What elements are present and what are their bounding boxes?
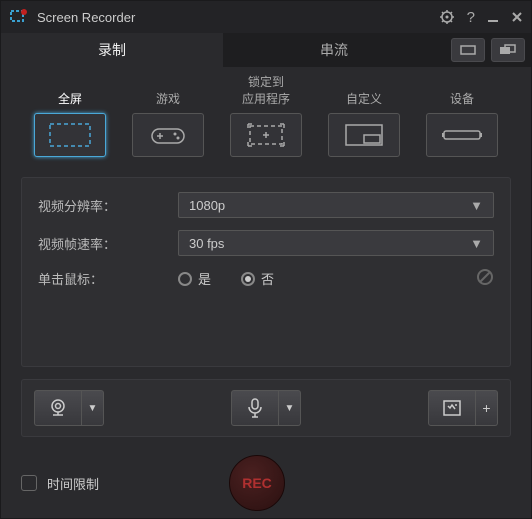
lockapp-icon bbox=[230, 113, 302, 157]
disabled-icon[interactable] bbox=[476, 268, 494, 289]
overlay-add[interactable]: + bbox=[476, 390, 498, 426]
minimize-button[interactable] bbox=[487, 11, 499, 23]
framerate-value: 30 fps bbox=[189, 236, 224, 251]
mode-lockapp[interactable]: 锁定到 应用程序 bbox=[230, 77, 302, 157]
mode-fullscreen-label: 全屏 bbox=[58, 77, 82, 107]
help-icon[interactable]: ? bbox=[467, 9, 475, 26]
record-button[interactable]: REC bbox=[229, 455, 285, 511]
gamepad-icon bbox=[132, 113, 204, 157]
webcam-dropdown[interactable]: ▼ bbox=[82, 390, 104, 426]
overlay-button[interactable] bbox=[428, 390, 476, 426]
mode-device[interactable]: 设备 bbox=[426, 77, 498, 157]
framerate-label: 视频帧速率： bbox=[38, 234, 178, 253]
radio-icon bbox=[178, 272, 192, 286]
preview-single-button[interactable] bbox=[451, 38, 485, 62]
resolution-value: 1080p bbox=[189, 198, 225, 213]
time-limit-checkbox[interactable] bbox=[21, 475, 37, 491]
clicks-label: 单击鼠标： bbox=[38, 269, 178, 288]
resolution-label: 视频分辨率： bbox=[38, 196, 178, 215]
tab-stream[interactable]: 串流 bbox=[223, 33, 445, 67]
device-icon bbox=[426, 113, 498, 157]
mode-game[interactable]: 游戏 bbox=[132, 77, 204, 157]
clicks-yes-radio[interactable]: 是 bbox=[178, 269, 211, 288]
mode-device-label: 设备 bbox=[450, 77, 474, 107]
custom-icon bbox=[328, 113, 400, 157]
extras-panel: ▼ ▼ + bbox=[21, 379, 511, 437]
tab-record[interactable]: 录制 bbox=[1, 33, 223, 67]
mic-dropdown[interactable]: ▼ bbox=[279, 390, 301, 426]
clicks-no-label: 否 bbox=[261, 269, 274, 288]
framerate-dropdown[interactable]: 30 fps ▼ bbox=[178, 230, 494, 256]
settings-icon[interactable] bbox=[439, 9, 455, 25]
app-logo-icon bbox=[9, 7, 29, 27]
chevron-down-icon: ▼ bbox=[285, 403, 295, 414]
mic-button[interactable] bbox=[231, 390, 279, 426]
settings-panel: 视频分辨率： 1080p ▼ 视频帧速率： 30 fps ▼ 单击鼠标： 是 否 bbox=[21, 177, 511, 367]
fullscreen-icon bbox=[34, 113, 106, 157]
resolution-dropdown[interactable]: 1080p ▼ bbox=[178, 192, 494, 218]
chevron-down-icon: ▼ bbox=[470, 198, 483, 213]
chevron-down-icon: ▼ bbox=[470, 236, 483, 251]
mode-lockapp-label: 锁定到 应用程序 bbox=[242, 77, 290, 107]
chevron-down-icon: ▼ bbox=[88, 403, 98, 414]
webcam-button[interactable] bbox=[34, 390, 82, 426]
mode-game-label: 游戏 bbox=[156, 77, 180, 107]
plus-icon: + bbox=[482, 400, 490, 416]
preview-multi-button[interactable] bbox=[491, 38, 525, 62]
rec-label: REC bbox=[242, 475, 272, 491]
time-limit-label: 时间限制 bbox=[47, 474, 99, 493]
app-title: Screen Recorder bbox=[37, 10, 439, 25]
clicks-no-radio[interactable]: 否 bbox=[241, 269, 274, 288]
mode-custom-label: 自定义 bbox=[346, 77, 382, 107]
mode-custom[interactable]: 自定义 bbox=[328, 77, 400, 157]
close-button[interactable] bbox=[511, 11, 523, 23]
radio-icon bbox=[241, 272, 255, 286]
clicks-yes-label: 是 bbox=[198, 269, 211, 288]
mode-fullscreen[interactable]: 全屏 bbox=[34, 77, 106, 157]
